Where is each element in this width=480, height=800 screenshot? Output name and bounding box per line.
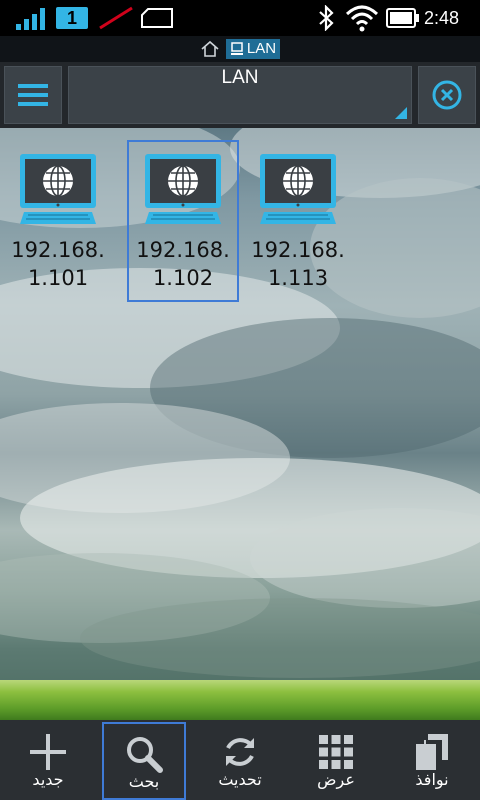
breadcrumb-current[interactable]: LAN	[225, 39, 281, 59]
dropdown-corner-icon	[395, 107, 407, 119]
wifi-icon	[345, 5, 379, 32]
file-item-lan-host-selected[interactable]: 192.168. 1.102	[127, 140, 239, 302]
file-label: 192.168. 1.102	[136, 238, 230, 290]
refresh-icon	[226, 738, 254, 766]
view-button[interactable]: عرض	[288, 720, 384, 800]
view-label: عرض	[317, 770, 355, 789]
message-icon	[141, 8, 173, 28]
new-label: جديد	[32, 770, 64, 789]
network-computer-icon	[20, 154, 96, 224]
close-circle-icon	[432, 80, 462, 110]
network-computer-icon	[145, 154, 221, 224]
refresh-label: تحديث	[218, 770, 262, 789]
new-button[interactable]: جديد	[0, 720, 96, 800]
file-label: 192.168. 1.101	[11, 238, 105, 290]
search-label: بحث	[128, 772, 160, 791]
breadcrumb-label: LAN	[246, 40, 277, 57]
plus-icon	[30, 734, 66, 770]
breadcrumb: LAN	[0, 36, 480, 62]
hamburger-icon	[18, 84, 48, 106]
grid-icon	[319, 735, 353, 769]
bluetooth-icon	[319, 5, 334, 31]
menu-button[interactable]	[4, 66, 62, 124]
sim-icon: 1	[56, 7, 88, 29]
bottom-action-bar: جديد بحث تحديث عرض نوافذ	[0, 720, 480, 800]
network-computer-icon	[260, 154, 336, 224]
windows-button[interactable]: نوافذ	[384, 720, 480, 800]
refresh-button[interactable]: تحديث	[192, 720, 288, 800]
file-browser-area[interactable]: 192.168. 1.101 192.168. 1.102 192.168. 1…	[0, 128, 480, 720]
file-item-lan-host[interactable]: 192.168. 1.101	[2, 140, 114, 302]
windows-icon	[416, 734, 448, 770]
no-data-icon	[99, 6, 133, 30]
windows-label: نوافذ	[415, 770, 449, 789]
battery-icon	[386, 8, 419, 28]
toolbar: LAN	[0, 62, 480, 128]
clock: 2:48	[424, 8, 460, 28]
signal-icon	[16, 8, 45, 30]
location-label: LAN	[221, 67, 259, 88]
status-bar: 1 2:48	[0, 0, 480, 36]
grass-background	[0, 680, 480, 720]
file-item-lan-host[interactable]: 192.168. 1.113	[242, 140, 354, 302]
home-icon[interactable]	[200, 40, 220, 58]
close-button[interactable]	[418, 66, 476, 124]
location-dropdown[interactable]: LAN	[68, 66, 412, 124]
search-icon	[127, 737, 163, 773]
file-label: 192.168. 1.113	[251, 238, 345, 290]
search-button[interactable]: بحث	[102, 722, 186, 800]
computer-icon	[230, 42, 243, 55]
